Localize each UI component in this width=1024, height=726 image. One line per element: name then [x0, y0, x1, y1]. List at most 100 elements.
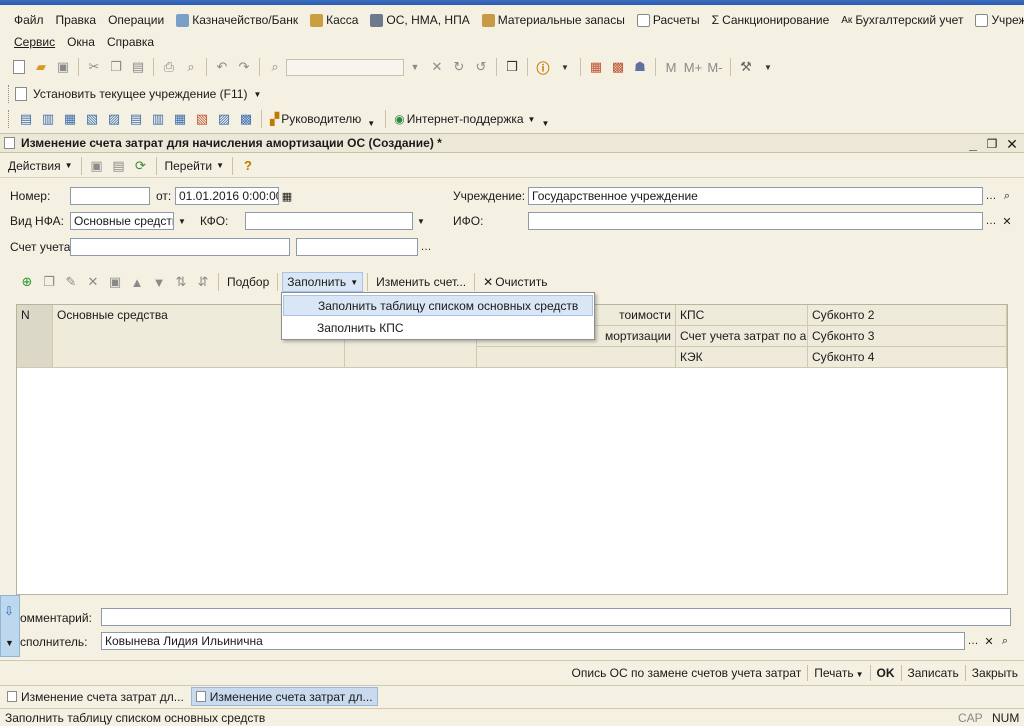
- menu-institution[interactable]: Учреждение: [969, 10, 1024, 30]
- kfo-select[interactable]: [245, 212, 413, 230]
- menu-materials[interactable]: Материальные запасы: [476, 10, 631, 30]
- col-header-empty-2[interactable]: [345, 347, 477, 368]
- number-field[interactable]: [70, 187, 150, 205]
- tools-icon[interactable]: ⚒: [735, 56, 757, 78]
- preview-icon[interactable]: ⌕: [180, 56, 202, 78]
- print-icon[interactable]: ⎙: [158, 56, 180, 78]
- calendar-icon[interactable]: ▩: [607, 56, 629, 78]
- actions-menu[interactable]: Действия ▼: [4, 159, 77, 173]
- add-row-icon[interactable]: ⊕: [16, 271, 38, 293]
- search-prev-icon[interactable]: ↺: [470, 56, 492, 78]
- clear-button[interactable]: ✕ Очистить: [479, 275, 551, 289]
- report-icon-9[interactable]: ▧: [191, 108, 213, 130]
- sort-asc-icon[interactable]: ⇅: [170, 271, 192, 293]
- post-doc-icon[interactable]: ▣: [86, 155, 108, 177]
- copy-row-icon[interactable]: ❐: [38, 271, 60, 293]
- side-panel-toggle-icon[interactable]: ▼: [5, 638, 14, 648]
- col-header-blank[interactable]: [477, 347, 676, 368]
- col-header-kps[interactable]: КПС: [676, 305, 808, 326]
- ifo-select-icon[interactable]: …: [983, 213, 999, 229]
- sort-desc-icon[interactable]: ⇵: [192, 271, 214, 293]
- col-header-expense-account[interactable]: Счет учета затрат по а...: [676, 326, 808, 347]
- close-icon[interactable]: ✕: [1003, 134, 1021, 154]
- institution-field[interactable]: Государственное учреждение: [528, 187, 983, 205]
- menu-settlements[interactable]: Расчеты: [631, 10, 706, 30]
- save-button[interactable]: Записать: [902, 666, 965, 680]
- change-account-button[interactable]: Изменить счет...: [372, 275, 470, 289]
- ok-button[interactable]: OK: [871, 666, 901, 680]
- save-icon[interactable]: ▣: [52, 56, 74, 78]
- menu-sanction[interactable]: Σ Санкционирование: [706, 10, 836, 30]
- calendar-picker-icon[interactable]: ▦: [279, 188, 295, 204]
- clear-search-icon[interactable]: ✕: [426, 56, 448, 78]
- new-doc-icon[interactable]: [8, 56, 30, 78]
- report-icon-8[interactable]: ▦: [169, 108, 191, 130]
- menu-edit[interactable]: Правка: [50, 10, 103, 30]
- tools-dropdown-icon[interactable]: ▼: [757, 56, 779, 78]
- memory-mplus-button[interactable]: M+: [682, 56, 704, 78]
- executor-search-icon[interactable]: ⌕: [997, 633, 1013, 649]
- institution-select-icon[interactable]: …: [983, 188, 999, 204]
- menu-windows[interactable]: Окна: [61, 32, 101, 52]
- col-header-kek[interactable]: КЭК: [676, 347, 808, 368]
- fill-button[interactable]: Заполнить ▼: [282, 272, 364, 292]
- nfa-select[interactable]: Основные средства: [70, 212, 174, 230]
- delete-row-icon[interactable]: ✕: [82, 271, 104, 293]
- report-icon-3[interactable]: ▦: [59, 108, 81, 130]
- executor-field[interactable]: Ковынева Лидия Ильинична: [101, 632, 965, 650]
- side-panel-icon[interactable]: ⇩: [4, 604, 14, 618]
- paste-icon[interactable]: ▤: [127, 56, 149, 78]
- menu-cash[interactable]: Касса: [304, 10, 364, 30]
- copy-icon[interactable]: ❐: [105, 56, 127, 78]
- redo-icon[interactable]: ↷: [233, 56, 255, 78]
- col-header-subconto-2[interactable]: Субконто 2: [808, 305, 1007, 326]
- account-select-icon[interactable]: …: [418, 239, 434, 255]
- report-icon-4[interactable]: ▧: [81, 108, 103, 130]
- report-icon-2[interactable]: ▥: [37, 108, 59, 130]
- report-icon-11[interactable]: ▩: [235, 108, 257, 130]
- menu-treasury[interactable]: Казначейство/Банк: [170, 10, 304, 30]
- restore-icon[interactable]: ❐: [983, 134, 1001, 154]
- search-combo[interactable]: [286, 58, 404, 76]
- print-menu[interactable]: Печать ▼: [808, 666, 869, 680]
- executor-clear-icon[interactable]: ✕: [981, 633, 997, 649]
- undo-icon[interactable]: ↶: [211, 56, 233, 78]
- comment-field[interactable]: [101, 608, 1011, 626]
- menu-operations[interactable]: Операции: [102, 10, 170, 30]
- info-icon[interactable]: ⓘ: [532, 56, 554, 78]
- goto-menu[interactable]: Перейти ▼: [161, 159, 228, 173]
- menu-help[interactable]: Справка: [101, 32, 160, 52]
- calendar-list-icon[interactable]: ▦: [585, 56, 607, 78]
- report-icon-6[interactable]: ▤: [125, 108, 147, 130]
- asset-inventory-report-button[interactable]: Опись ОС по замене счетов учета затрат: [566, 666, 808, 680]
- report-icon-10[interactable]: ▨: [213, 108, 235, 130]
- nfa-dropdown-icon[interactable]: ▼: [174, 213, 190, 229]
- search-dropdown-icon[interactable]: ▼: [404, 56, 426, 78]
- head-dropdown-icon[interactable]: ▼: [367, 119, 375, 128]
- users-icon[interactable]: ☗: [629, 56, 651, 78]
- select-button[interactable]: Подбор: [223, 275, 273, 289]
- menu-fixed-assets[interactable]: ОС, НМА, НПА: [364, 10, 475, 30]
- account-field[interactable]: [70, 238, 290, 256]
- ifo-field[interactable]: [528, 212, 983, 230]
- internet-support-button[interactable]: ◉ Интернет-поддержка ▼: [390, 112, 539, 126]
- set-institution-dropdown-icon[interactable]: ▼: [253, 90, 261, 99]
- minimize-icon[interactable]: _: [964, 134, 982, 154]
- cut-icon[interactable]: ✂: [83, 56, 105, 78]
- report-icon-7[interactable]: ▥: [147, 108, 169, 130]
- movement-icon[interactable]: ▤: [108, 155, 130, 177]
- fill-kps-item[interactable]: Заполнить КПС: [283, 317, 593, 338]
- move-down-icon[interactable]: ▼: [148, 271, 170, 293]
- fill-with-assets-item[interactable]: Заполнить таблицу списком основных средс…: [283, 295, 593, 316]
- report-icon-1[interactable]: ▤: [15, 108, 37, 130]
- end-edit-icon[interactable]: ▣: [104, 271, 126, 293]
- set-institution-button[interactable]: Установить текущее учреждение (F11): [33, 87, 247, 101]
- search-next-icon[interactable]: ↻: [448, 56, 470, 78]
- col-header-n[interactable]: N: [17, 305, 53, 368]
- menu-accounting[interactable]: Aк Бухгалтерский учет: [835, 10, 969, 30]
- info-dropdown-icon[interactable]: ▼: [554, 56, 576, 78]
- close-button[interactable]: Закрыть: [966, 666, 1024, 680]
- menu-service[interactable]: Сервис: [8, 32, 61, 52]
- kfo-dropdown-icon[interactable]: ▼: [413, 213, 429, 229]
- side-panel[interactable]: ⇩ ▼: [0, 595, 20, 657]
